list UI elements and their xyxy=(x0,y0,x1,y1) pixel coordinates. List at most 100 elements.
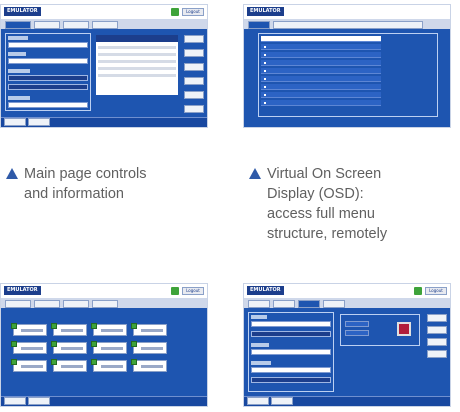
input-field[interactable] xyxy=(8,102,88,108)
bullet-icon xyxy=(264,102,266,104)
control-button[interactable] xyxy=(91,359,127,372)
control-button[interactable] xyxy=(51,341,87,354)
bottom-tab[interactable] xyxy=(271,397,293,405)
tab-main[interactable] xyxy=(248,21,270,29)
status-led-icon xyxy=(91,323,97,329)
panel-label xyxy=(251,361,271,365)
osd-menu-row[interactable] xyxy=(261,92,381,98)
panel-label xyxy=(8,96,30,100)
panel-label xyxy=(251,343,269,347)
osd-menu-row[interactable] xyxy=(261,36,381,42)
status-led-icon xyxy=(11,323,17,329)
info-row xyxy=(98,53,176,56)
logout-button[interactable]: Logout xyxy=(425,287,447,295)
osd-menu-row[interactable] xyxy=(261,100,381,106)
osd-menu-row[interactable] xyxy=(261,68,381,74)
caption-line: Display (OSD): xyxy=(267,186,364,202)
window-control-icon[interactable] xyxy=(171,8,179,16)
control-label xyxy=(61,347,83,350)
osd-menu-row[interactable] xyxy=(261,60,381,66)
caption-line: access full menu xyxy=(267,206,375,222)
tab-4[interactable] xyxy=(323,300,345,308)
logout-button[interactable]: Logout xyxy=(182,8,204,16)
tab-osd[interactable] xyxy=(273,21,423,29)
tab-4[interactable] xyxy=(92,300,118,308)
caption-text: Main page controls and information xyxy=(24,164,224,204)
input-field[interactable] xyxy=(251,331,331,337)
control-button[interactable] xyxy=(131,341,167,354)
info-row xyxy=(98,74,176,77)
bottom-bar xyxy=(1,117,207,127)
side-button[interactable] xyxy=(184,91,204,99)
controls-panel xyxy=(5,33,91,111)
side-button[interactable] xyxy=(427,314,447,322)
osd-menu-row[interactable] xyxy=(261,44,381,50)
control-button[interactable] xyxy=(51,323,87,336)
control-button[interactable] xyxy=(11,323,47,336)
logout-button[interactable]: Logout xyxy=(182,287,204,295)
tab-3[interactable] xyxy=(298,300,320,308)
input-field[interactable] xyxy=(251,321,331,327)
input-field[interactable] xyxy=(8,42,88,48)
tab-main[interactable] xyxy=(5,21,31,29)
tab-strip xyxy=(244,19,450,29)
osd-menu-row[interactable] xyxy=(261,84,381,90)
bottom-tab[interactable] xyxy=(28,397,50,405)
input-field[interactable] xyxy=(8,58,88,64)
panel-label xyxy=(251,315,267,319)
window-control-icon[interactable] xyxy=(171,287,179,295)
osd-menu-row[interactable] xyxy=(261,76,381,82)
side-button[interactable] xyxy=(427,350,447,358)
tab-main[interactable] xyxy=(248,300,270,308)
status-led-icon xyxy=(131,323,137,329)
status-led-icon xyxy=(51,359,57,365)
control-button[interactable] xyxy=(51,359,87,372)
tab-3[interactable] xyxy=(63,21,89,29)
bottom-tab[interactable] xyxy=(247,397,269,405)
control-button[interactable] xyxy=(11,359,47,372)
side-button[interactable] xyxy=(184,63,204,71)
side-button[interactable] xyxy=(184,77,204,85)
bullet-icon xyxy=(264,94,266,96)
tab-strip xyxy=(1,298,207,308)
option-field[interactable] xyxy=(345,321,369,327)
button-grid-screenshot: EMULATOR Logout xyxy=(0,283,208,407)
input-field[interactable] xyxy=(251,377,331,383)
side-button[interactable] xyxy=(184,35,204,43)
color-swatch[interactable] xyxy=(397,322,411,336)
bottom-tab[interactable] xyxy=(4,118,26,126)
window-control-icon[interactable] xyxy=(414,287,422,295)
tab-4[interactable] xyxy=(92,21,118,29)
status-led-icon xyxy=(11,341,17,347)
side-button[interactable] xyxy=(184,105,204,113)
bottom-tab[interactable] xyxy=(28,118,50,126)
main-page-screenshot: EMULATOR Logout xyxy=(0,4,208,128)
control-button[interactable] xyxy=(11,341,47,354)
triangle-up-icon xyxy=(6,168,18,179)
input-field[interactable] xyxy=(251,367,331,373)
tab-main[interactable] xyxy=(5,300,31,308)
input-field[interactable] xyxy=(8,75,88,81)
bottom-tab[interactable] xyxy=(4,397,26,405)
control-label xyxy=(141,347,163,350)
control-button[interactable] xyxy=(131,323,167,336)
side-button[interactable] xyxy=(427,338,447,346)
tab-2[interactable] xyxy=(273,300,295,308)
input-field[interactable] xyxy=(8,84,88,90)
title-bar: EMULATOR Logout xyxy=(1,284,207,298)
control-button[interactable] xyxy=(91,341,127,354)
side-button[interactable] xyxy=(184,49,204,57)
tab-3[interactable] xyxy=(63,300,89,308)
side-button[interactable] xyxy=(427,326,447,334)
input-field[interactable] xyxy=(251,349,331,355)
osd-menu-row[interactable] xyxy=(261,52,381,58)
status-led-icon xyxy=(91,359,97,365)
tab-2[interactable] xyxy=(34,21,60,29)
control-button[interactable] xyxy=(131,359,167,372)
bullet-icon xyxy=(264,70,266,72)
control-button[interactable] xyxy=(91,323,127,336)
tab-2[interactable] xyxy=(34,300,60,308)
option-field[interactable] xyxy=(345,330,369,336)
control-label xyxy=(61,365,83,368)
title-bar: EMULATOR xyxy=(244,5,450,19)
